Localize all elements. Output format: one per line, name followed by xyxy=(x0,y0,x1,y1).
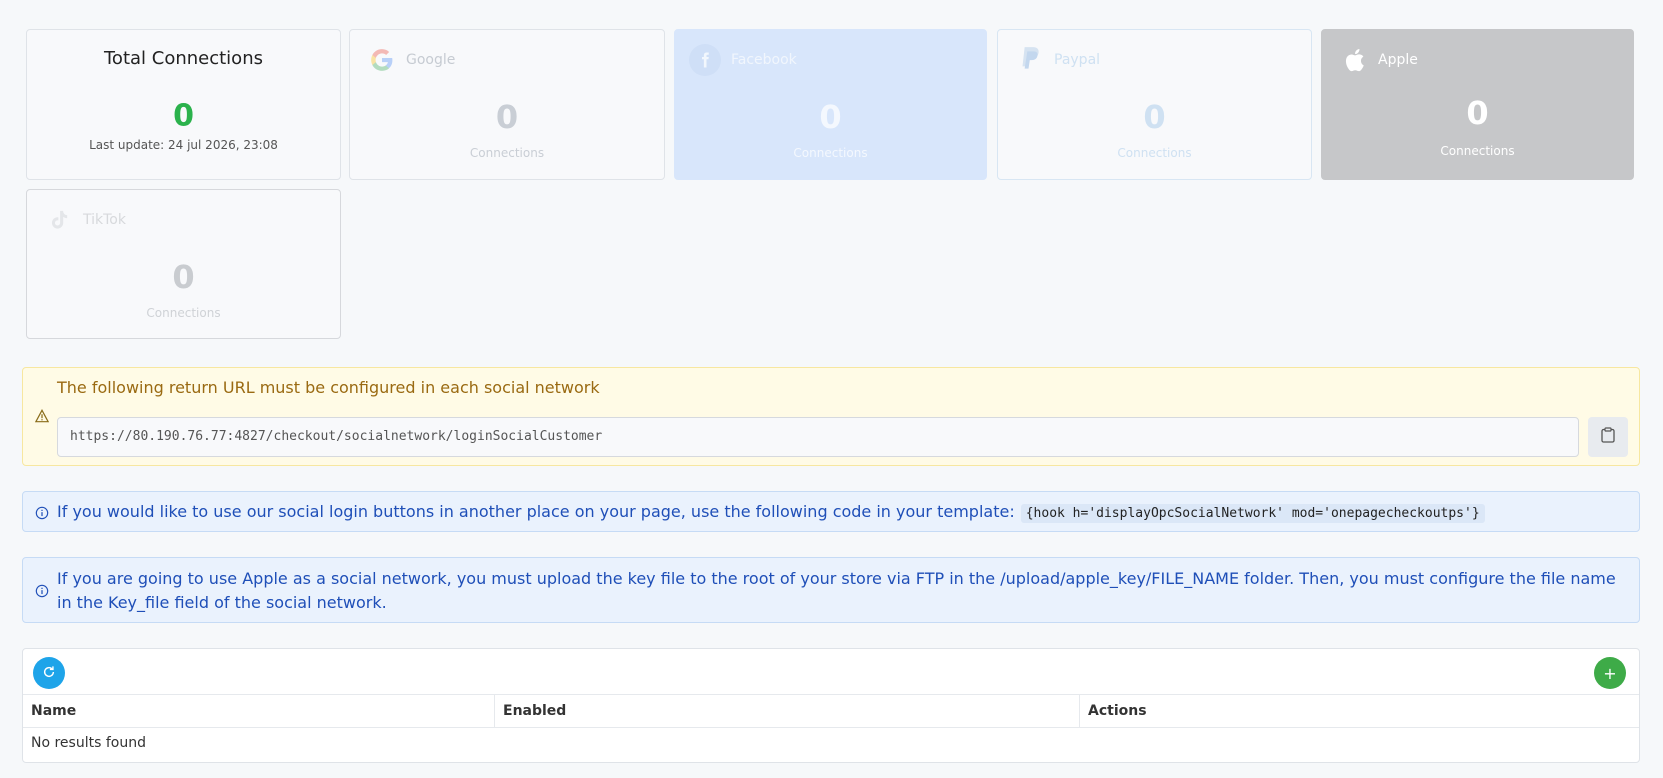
hook-info-text: If you would like to use our social logi… xyxy=(57,502,1015,521)
warning-title: The following return URL must be configu… xyxy=(57,378,600,397)
facebook-icon xyxy=(689,44,721,76)
empty-results-text: No results found xyxy=(31,735,146,751)
return-url-field[interactable]: https://80.190.76.77:4827/checkout/socia… xyxy=(57,417,1579,457)
refresh-icon xyxy=(42,664,56,683)
refresh-button[interactable] xyxy=(33,657,65,689)
google-name: Google xyxy=(406,52,456,68)
total-connections-title: Total Connections xyxy=(104,48,263,69)
apple-name: Apple xyxy=(1378,52,1418,68)
facebook-name: Facebook xyxy=(731,52,797,68)
warning-icon xyxy=(34,409,50,427)
column-header-enabled[interactable]: Enabled xyxy=(495,695,1080,727)
hook-info-alert: If you would like to use our social logi… xyxy=(22,491,1640,532)
table-header: Name Enabled Actions xyxy=(23,694,1639,728)
paypal-connections-label: Connections xyxy=(1117,146,1192,160)
google-icon xyxy=(368,46,396,74)
apple-info-text: If you are going to use Apple as a socia… xyxy=(57,569,1616,612)
facebook-connections-label: Connections xyxy=(793,146,868,160)
social-networks-table: + Name Enabled Actions No results found xyxy=(22,648,1640,763)
google-count: 0 xyxy=(495,98,519,136)
paypal-card[interactable]: Paypal 0 Connections xyxy=(997,29,1312,180)
apple-card[interactable]: Apple 0 Connections xyxy=(1321,29,1634,180)
total-connections-card: Total Connections 0 Last update: 24 jul … xyxy=(26,29,341,180)
column-header-name[interactable]: Name xyxy=(23,695,495,727)
tiktok-icon xyxy=(45,206,73,234)
tiktok-count: 0 xyxy=(172,258,195,296)
tiktok-name: TikTok xyxy=(83,212,126,228)
apple-icon xyxy=(1340,46,1368,74)
last-update-text: Last update: 24 jul 2026, 23:08 xyxy=(89,138,278,152)
return-url-warning: The following return URL must be configu… xyxy=(22,367,1640,466)
tiktok-card[interactable]: TikTok 0 Connections xyxy=(26,189,341,339)
facebook-count: 0 xyxy=(819,98,842,136)
add-button[interactable]: + xyxy=(1594,657,1626,689)
paypal-name: Paypal xyxy=(1054,52,1101,68)
facebook-card[interactable]: Facebook 0 Connections xyxy=(674,29,987,180)
google-card[interactable]: Google 0 Connections xyxy=(349,29,665,180)
google-connections-label: Connections xyxy=(469,146,545,160)
tiktok-connections-label: Connections xyxy=(146,306,221,320)
total-connections-count: 0 xyxy=(173,98,194,134)
column-header-actions: Actions xyxy=(1088,703,1147,719)
paypal-count: 0 xyxy=(1143,98,1166,136)
apple-info-alert: If you are going to use Apple as a socia… xyxy=(22,557,1640,623)
hook-code-snippet: {hook h='displayOpcSocialNetwork' mod='o… xyxy=(1020,504,1485,523)
info-icon xyxy=(35,583,49,598)
apple-count: 0 xyxy=(1466,94,1489,132)
copy-url-button[interactable] xyxy=(1588,417,1628,457)
paypal-icon xyxy=(1016,46,1044,74)
clipboard-icon xyxy=(1601,427,1615,447)
info-icon xyxy=(35,505,49,520)
apple-connections-label: Connections xyxy=(1440,144,1515,158)
